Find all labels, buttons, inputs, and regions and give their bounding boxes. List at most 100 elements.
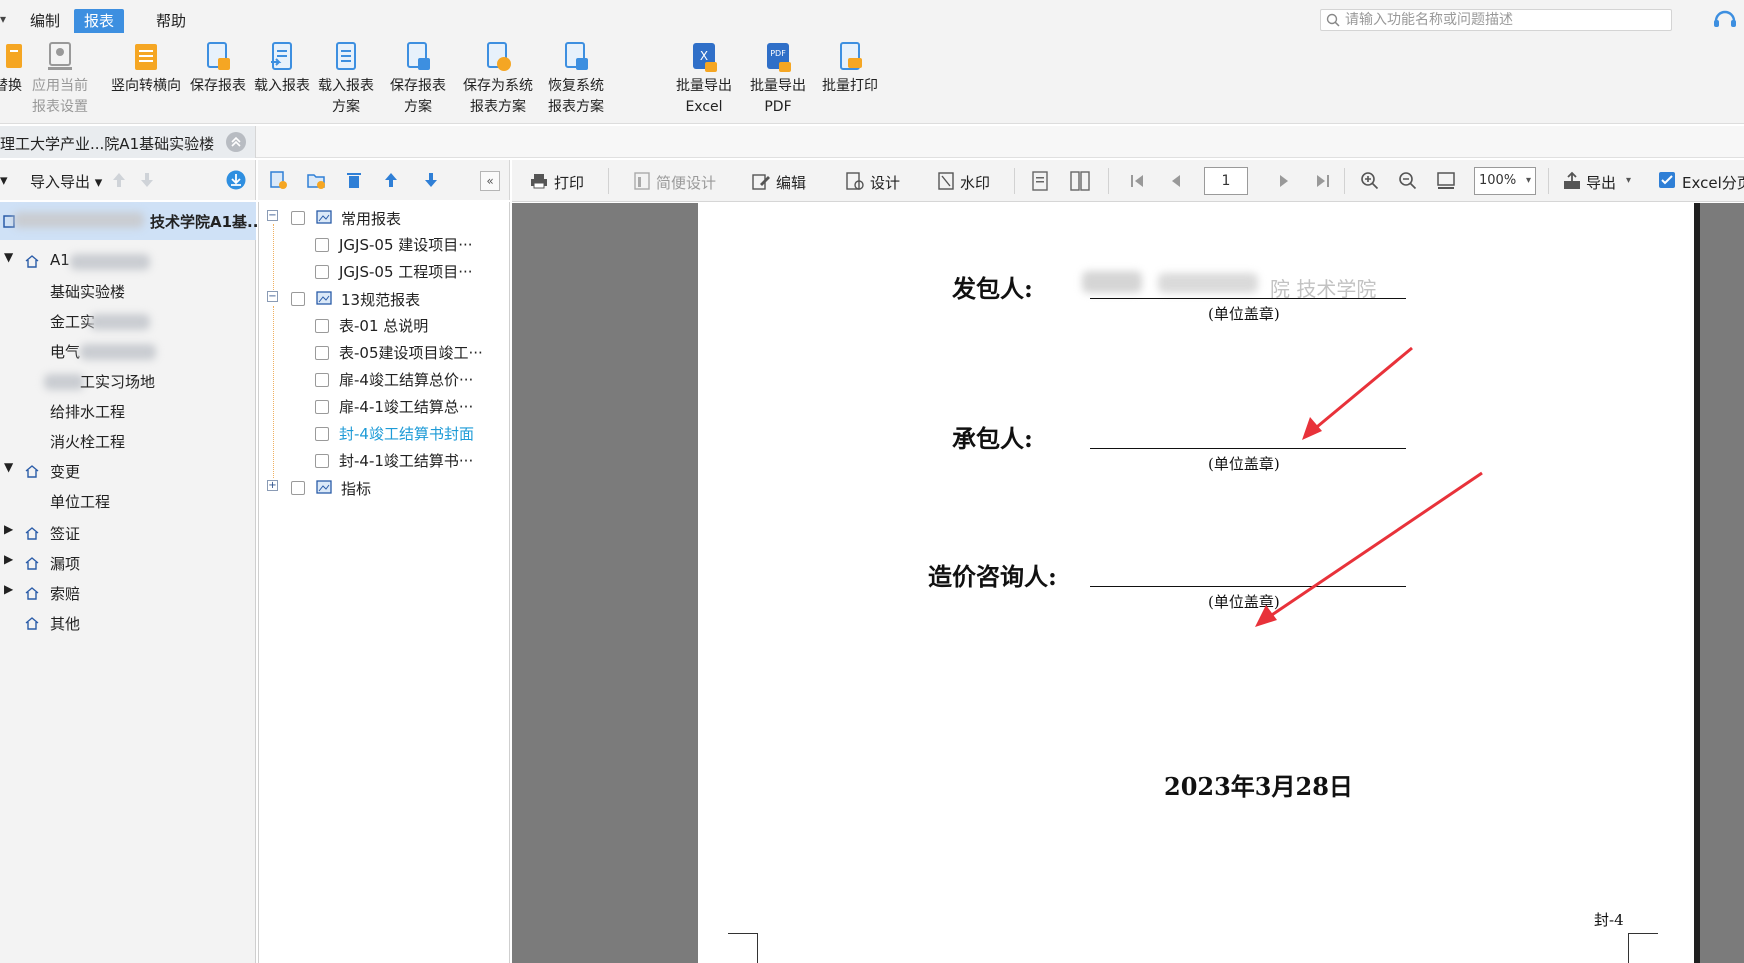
fit-width-icon[interactable]	[1436, 171, 1456, 191]
batch-export-pdf-button[interactable]: PDF 批量导出 PDF	[742, 40, 814, 118]
home-icon	[25, 255, 39, 268]
watermark-button[interactable]: 水印	[960, 172, 990, 193]
page-number-input[interactable]: 1	[1204, 167, 1248, 195]
report-item[interactable]: 表-05建设项目竣工···	[259, 338, 509, 364]
apply-current-settings-button[interactable]: 应用当前 报表设置	[24, 40, 96, 118]
save-report-scheme-button[interactable]: 保存报表 方案	[382, 40, 454, 118]
move-down-icon[interactable]	[424, 172, 438, 188]
replace-icon	[6, 44, 22, 68]
tree-item-unit-project[interactable]: 单位工程	[0, 486, 256, 516]
group-checkbox[interactable]	[291, 292, 305, 306]
zoom-select[interactable]: 100% ▾	[1474, 167, 1536, 195]
report-folder-icon	[316, 291, 332, 305]
report-item[interactable]: JGJS-05 建设项目···	[259, 230, 509, 256]
save-as-system-scheme-button[interactable]: 保存为系统 报表方案	[458, 40, 538, 118]
collapse-minus-icon[interactable]: −	[267, 291, 278, 302]
tree-item-a1[interactable]: ▼ A1	[0, 246, 256, 276]
report-item[interactable]: 扉-4竣工结算总价···	[259, 365, 509, 391]
export-button[interactable]: 导出	[1586, 172, 1616, 193]
toolbar-divider	[1014, 168, 1015, 194]
system-scheme-icon	[487, 42, 511, 71]
load-report-button[interactable]: 载入报表	[246, 40, 318, 97]
report-checkbox[interactable]	[315, 265, 329, 279]
import-export-dropdown[interactable]: 导入导出 ▾	[30, 171, 102, 192]
next-page-icon[interactable]	[1278, 174, 1290, 188]
tree-item-practice-site[interactable]: 工实习场地	[0, 366, 256, 396]
collapse-minus-icon[interactable]: −	[267, 210, 278, 221]
expand-plus-icon[interactable]: +	[267, 480, 278, 491]
expand-arrow-icon[interactable]: ▼	[4, 250, 13, 264]
move-up-icon[interactable]	[112, 172, 126, 188]
design-button[interactable]: 设计	[870, 172, 900, 193]
tree-item-other[interactable]: 其他	[0, 608, 256, 638]
report-checkbox[interactable]	[315, 319, 329, 333]
collapse-arrow-icon[interactable]: ▶	[4, 522, 13, 536]
single-page-icon[interactable]	[1032, 171, 1048, 191]
load-report-scheme-button[interactable]: 载入报表 方案	[310, 40, 382, 118]
menu-overflow-arrow[interactable]: ▾	[0, 12, 6, 26]
report-item[interactable]: 表-01 总说明	[259, 311, 509, 337]
collapse-panel-button[interactable]	[226, 132, 246, 152]
tree-item-water[interactable]: 给排水工程	[0, 396, 256, 426]
report-group-index[interactable]: + 指标	[259, 472, 509, 498]
zoom-out-icon[interactable]	[1398, 171, 1418, 191]
tree-menu-dropdown[interactable]: ▾	[0, 171, 8, 189]
report-item[interactable]: 扉-4-1竣工结算总···	[259, 392, 509, 418]
simple-design-button[interactable]: 简便设计	[656, 172, 716, 193]
batch-export-excel-button[interactable]: X 批量导出 Excel	[668, 40, 740, 118]
menu-edit[interactable]: 编制	[20, 9, 70, 33]
excel-page-checkbox[interactable]	[1659, 172, 1675, 188]
report-checkbox[interactable]	[315, 346, 329, 360]
add-folder-icon[interactable]	[306, 170, 326, 190]
report-checkbox[interactable]	[315, 373, 329, 387]
move-down-icon[interactable]	[140, 172, 154, 188]
report-group-common[interactable]: − 常用报表	[259, 202, 509, 228]
edit-button[interactable]: 编辑	[776, 172, 806, 193]
expand-arrow-icon[interactable]: ▼	[4, 460, 13, 474]
tree-item-hydrant[interactable]: 消火栓工程	[0, 426, 256, 456]
move-up-icon[interactable]	[384, 172, 398, 188]
prev-page-icon[interactable]	[1170, 174, 1182, 188]
delete-icon[interactable]	[344, 170, 364, 190]
tree-item-omission[interactable]: ▶ 漏项	[0, 548, 256, 578]
tree-item-electrical[interactable]: 电气	[0, 336, 256, 366]
tree-item-claim[interactable]: ▶ 索赔	[0, 578, 256, 608]
search-input[interactable]	[1345, 10, 1665, 30]
collapse-arrow-icon[interactable]: ▶	[4, 552, 13, 566]
report-checkbox[interactable]	[315, 427, 329, 441]
last-page-icon[interactable]	[1316, 174, 1330, 188]
report-checkbox[interactable]	[315, 238, 329, 252]
tree-item-metalwork[interactable]: 金工实	[0, 306, 256, 336]
menu-report[interactable]: 报表	[74, 9, 125, 33]
download-circle-icon[interactable]	[226, 170, 246, 190]
save-report-button[interactable]: 保存报表	[182, 40, 254, 97]
tree-item-visa[interactable]: ▶ 签证	[0, 518, 256, 548]
group-checkbox[interactable]	[291, 481, 305, 495]
report-item[interactable]: 封-4-1竣工结算书···	[259, 446, 509, 472]
report-list-toolbar: «	[258, 160, 510, 200]
report-checkbox[interactable]	[315, 454, 329, 468]
collapse-left-button[interactable]: «	[480, 171, 500, 191]
restore-system-scheme-button[interactable]: 恢复系统 报表方案	[540, 40, 612, 118]
print-button[interactable]: 打印	[554, 172, 584, 193]
tree-item-change[interactable]: ▼ 变更	[0, 456, 256, 486]
report-item[interactable]: JGJS-05 工程项目···	[259, 257, 509, 283]
menu-help[interactable]: 帮助	[146, 9, 196, 33]
add-report-icon[interactable]	[268, 170, 288, 190]
group-checkbox[interactable]	[291, 211, 305, 225]
export-dropdown-arrow[interactable]: ▾	[1626, 175, 1631, 186]
report-group-13-spec[interactable]: − 13规范报表	[259, 283, 509, 309]
first-page-icon[interactable]	[1130, 174, 1144, 188]
batch-print-button[interactable]: 批量打印	[814, 40, 886, 97]
search-box[interactable]	[1320, 9, 1672, 31]
portrait-to-landscape-button[interactable]: 竖向转横向	[106, 40, 186, 97]
zoom-in-icon[interactable]	[1360, 171, 1380, 191]
tree-root[interactable]: 技术学院A1基...	[0, 202, 264, 240]
collapse-arrow-icon[interactable]: ▶	[4, 582, 13, 596]
report-item-selected[interactable]: 封-4竣工结算书封面	[259, 419, 509, 445]
redacted-text	[44, 374, 84, 390]
headset-icon[interactable]	[1712, 8, 1738, 30]
double-page-icon[interactable]	[1070, 171, 1090, 191]
tree-item-basic-lab[interactable]: 基础实验楼	[0, 276, 256, 306]
report-checkbox[interactable]	[315, 400, 329, 414]
